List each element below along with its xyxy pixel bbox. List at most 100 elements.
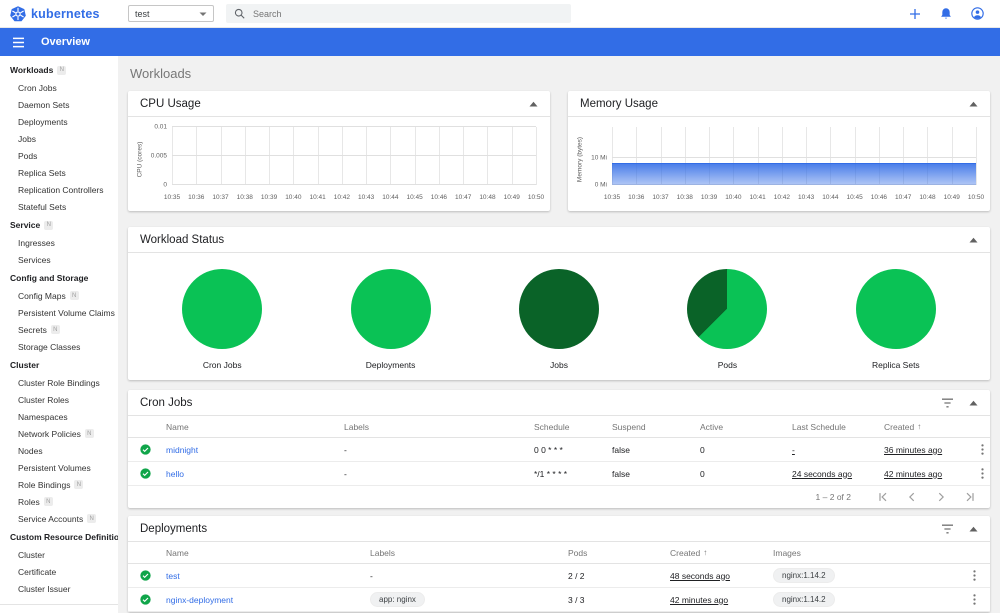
deployment-name-link[interactable]: nginx-deployment — [166, 595, 370, 605]
row-menu-button[interactable] — [971, 569, 978, 582]
sidebar-item-ingresses[interactable]: Ingresses — [0, 234, 118, 251]
kubernetes-logo[interactable]: kubernetes — [0, 5, 118, 22]
column-header-active[interactable]: Active — [700, 422, 792, 432]
sidebar-item-cluster-role-bindings[interactable]: Cluster Role Bindings — [0, 374, 118, 391]
app-bar: Overview — [0, 28, 1000, 56]
collapse-icon[interactable] — [969, 400, 978, 406]
sidebar-item-stateful-sets[interactable]: Stateful Sets — [0, 198, 118, 215]
bell-icon[interactable] — [940, 7, 952, 20]
cronjob-name-link[interactable]: midnight — [166, 445, 344, 455]
row-menu-button[interactable] — [979, 443, 986, 456]
row-menu-button[interactable] — [979, 467, 986, 480]
sidebar-item-network-policies[interactable]: Network Policies N — [0, 425, 118, 442]
gridline — [366, 127, 368, 185]
namespaced-badge: N — [43, 497, 53, 506]
sidebar-section-custom-resource-definitions[interactable]: Custom Resource Definitions — [0, 527, 118, 546]
collapse-icon[interactable] — [969, 237, 978, 243]
sidebar-section-cluster[interactable]: Cluster — [0, 355, 118, 374]
column-header-suspend[interactable]: Suspend — [612, 422, 700, 432]
sidebar-item-cluster[interactable]: Cluster — [0, 546, 118, 563]
sidebar-section-service[interactable]: Service N — [0, 215, 118, 234]
previous-page-button[interactable] — [906, 491, 918, 503]
sidebar-item-secrets[interactable]: Secrets N — [0, 321, 118, 338]
sidebar-divider — [0, 604, 118, 605]
status-ok-icon — [140, 594, 166, 605]
sidebar-item-replication-controllers[interactable]: Replication Controllers — [0, 181, 118, 198]
sidebar-item-cron-jobs[interactable]: Cron Jobs — [0, 79, 118, 96]
pie-label: Replica Sets — [871, 360, 920, 370]
sidebar-item-daemon-sets[interactable]: Daemon Sets — [0, 96, 118, 113]
sidebar-item-cluster-roles[interactable]: Cluster Roles — [0, 391, 118, 408]
sidebar-item-storage-classes[interactable]: Storage Classes — [0, 338, 118, 355]
gridline — [414, 127, 416, 185]
column-header-pods[interactable]: Pods — [568, 548, 670, 558]
sidebar-item-jobs[interactable]: Jobs — [0, 130, 118, 147]
sidebar-item-pods[interactable]: Pods — [0, 147, 118, 164]
cpu-usage-chart: CPU (cores) 0 0.005 0.01 10:35 10:36 10:37 10… — [128, 117, 550, 211]
search-bar[interactable] — [226, 4, 571, 23]
plus-icon[interactable] — [909, 8, 921, 20]
suspend-cell: false — [612, 468, 630, 479]
page-title: Workloads — [130, 66, 192, 81]
sidebar-section-workloads[interactable]: Workloads N — [0, 60, 118, 79]
column-header-labels[interactable]: Labels — [370, 548, 568, 558]
last-page-button[interactable] — [964, 491, 976, 503]
filter-icon[interactable] — [941, 398, 954, 408]
sidebar-item-label: Replica Sets — [18, 167, 66, 178]
sidebar-item-cluster-issuer[interactable]: Cluster Issuer — [0, 580, 118, 597]
column-header-created[interactable]: Created ↑ — [670, 548, 773, 558]
active-cell: 0 — [700, 468, 705, 479]
sidebar-item-roles[interactable]: Roles N — [0, 493, 118, 510]
x-axis-tick: 10:44 — [822, 194, 839, 201]
collapse-icon[interactable] — [969, 526, 978, 532]
sidebar-item-namespaces[interactable]: Namespaces — [0, 408, 118, 425]
x-axis-tick: 10:41 — [749, 194, 766, 201]
sidebar-item-replica-sets[interactable]: Replica Sets — [0, 164, 118, 181]
x-axis-tick: 10:45 — [846, 194, 863, 201]
filter-icon[interactable] — [941, 524, 954, 534]
sidebar-item-label: Storage Classes — [18, 341, 81, 352]
column-header-created[interactable]: Created ↑ — [884, 422, 970, 432]
user-icon[interactable] — [971, 7, 984, 20]
sidebar-item-persistent-volume-claims[interactable]: Persistent Volume ClaimsN — [0, 304, 118, 321]
created-cell: 42 minutes ago — [670, 594, 729, 605]
column-header-name[interactable]: Name — [166, 548, 370, 558]
column-header-schedule[interactable]: Schedule — [534, 422, 612, 432]
created-cell: 48 seconds ago — [670, 570, 731, 581]
sidebar-item-config-maps[interactable]: Config Maps N — [0, 287, 118, 304]
sidebar-item-service-accounts[interactable]: Service Accounts N — [0, 510, 118, 527]
area-series — [612, 162, 976, 185]
sidebar-item-deployments[interactable]: Deployments — [0, 113, 118, 130]
cronjob-name-link[interactable]: hello — [166, 469, 344, 479]
column-header-labels[interactable]: Labels — [344, 422, 534, 432]
collapse-icon[interactable] — [529, 101, 538, 107]
suspend-cell: false — [612, 444, 630, 455]
cron-jobs-table: Name Labels Schedule Suspend Active Last Sche… — [128, 416, 990, 486]
y-axis-tick: 10 Mi — [591, 154, 607, 162]
column-header-name[interactable]: Name — [166, 422, 344, 432]
sidebar-item-role-bindings[interactable]: Role Bindings N — [0, 476, 118, 493]
sidebar-item-certificate[interactable]: Certificate — [0, 563, 118, 580]
sidebar-item-nodes[interactable]: Nodes — [0, 442, 118, 459]
namespace-selector[interactable]: test — [128, 5, 214, 22]
status-ok-icon — [140, 444, 166, 455]
search-input[interactable] — [253, 8, 563, 19]
sidebar-item-services[interactable]: Services — [0, 251, 118, 268]
deployment-row-nginx-deployment: nginx-deployment app: nginx 3 / 3 42 minute… — [128, 588, 990, 612]
x-axis-tick: 10:35 — [603, 194, 621, 201]
column-header-images[interactable]: Images — [773, 548, 962, 558]
deployment-name-link[interactable]: test — [166, 571, 370, 581]
row-menu-button[interactable] — [971, 593, 978, 606]
next-page-button[interactable] — [935, 491, 947, 503]
collapse-icon[interactable] — [969, 101, 978, 107]
sidebar-item-persistent-volumes[interactable]: Persistent Volumes — [0, 459, 118, 476]
sidebar-section-config-and-storage[interactable]: Config and Storage — [0, 268, 118, 287]
pie-chart — [182, 269, 263, 349]
x-axis-tick: 10:41 — [309, 194, 326, 201]
first-page-button[interactable] — [877, 491, 889, 503]
column-header-last-schedule[interactable]: Last Schedule — [792, 422, 884, 432]
sidebar-item-label: Daemon Sets — [18, 99, 70, 110]
menu-icon[interactable] — [12, 37, 25, 48]
x-axis-tick: 10:42 — [773, 194, 790, 201]
column-header-label: Pods — [568, 547, 588, 558]
